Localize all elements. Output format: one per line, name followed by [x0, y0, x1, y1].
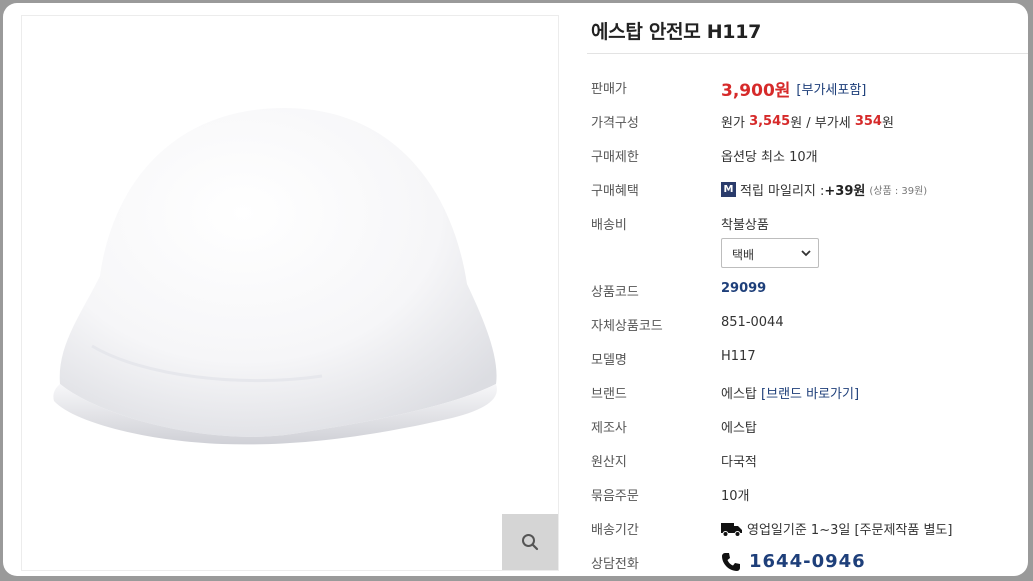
row-maker: 제조사 에스탑	[587, 414, 1028, 440]
product-image	[53, 108, 497, 445]
benefit-value: M 적립 마일리지 : +39원 (상품 : 39원)	[721, 180, 927, 199]
brand-label: 브랜드	[591, 387, 627, 402]
cost-amount: 3,545	[749, 114, 791, 129]
shipping-method-selected: 택배	[732, 248, 755, 262]
brand-link[interactable]: [브랜드 바로가기]	[761, 383, 859, 402]
own-code-value: 851-0044	[721, 315, 784, 330]
zoom-button[interactable]	[502, 514, 558, 570]
product-code-label: 상품코드	[591, 285, 639, 300]
shipping-fee-label: 배송비	[591, 218, 627, 233]
row-delivery: 배송기간 영업일기준 1~3일 [주문제작품 별도]	[587, 516, 1028, 542]
truck-icon	[721, 522, 742, 537]
row-own-code: 자체상품코드 851-0044	[587, 312, 1028, 338]
brand-value-group: 에스탑 [브랜드 바로가기]	[721, 383, 859, 402]
row-product-code: 상품코드 29099	[587, 278, 1028, 304]
benefit-label: 구매혜택	[591, 184, 639, 199]
contact-value-group: 1644-0946	[721, 551, 866, 572]
model-value: H117	[721, 349, 756, 364]
search-icon	[522, 534, 539, 551]
vat-mid: 원 / 부가세	[790, 116, 851, 131]
vat-amount: 354	[854, 114, 882, 129]
mileage-note: (상품 : 39원)	[869, 186, 928, 197]
row-purchase-limit: 구매제한 옵션당 최소 10개	[587, 143, 1028, 169]
mileage-icon: M	[721, 182, 736, 197]
row-model: 모델명 H117	[587, 346, 1028, 372]
delivery-value-group: 영업일기준 1~3일 [주문제작품 별도]	[721, 519, 952, 538]
price-breakdown-value: 원가 3,545 원 / 부가세 354 원	[721, 112, 894, 131]
price-label: 판매가	[591, 82, 627, 97]
maker-value: 에스탑	[721, 421, 757, 436]
purchase-limit-label: 구매제한	[591, 150, 639, 165]
phone-icon	[722, 552, 740, 571]
product-info-panel: 에스탑 안전모 H117 판매가 3,900원 [부가세포함] 가격구성 원가 …	[587, 3, 1028, 576]
maker-label: 제조사	[591, 421, 627, 436]
chevron-down-icon	[801, 250, 811, 257]
mileage-text: 적립 마일리지 :	[740, 184, 825, 199]
row-bundle: 묶음주문 10개	[587, 482, 1028, 508]
brand-value: 에스탑	[721, 387, 757, 402]
mileage-amount: +39원	[824, 184, 866, 199]
vat-suffix: 원	[881, 116, 894, 131]
row-price-breakdown: 가격구성 원가 3,545 원 / 부가세 354 원	[587, 109, 1028, 135]
row-benefit: 구매혜택 M 적립 마일리지 : +39원 (상품 : 39원)	[587, 177, 1028, 203]
purchase-limit-value: 옵션당 최소 10개	[721, 150, 818, 165]
price-value-group: 3,900원 [부가세포함]	[721, 76, 866, 101]
origin-label: 원산지	[591, 455, 627, 470]
delivery-value: 영업일기준 1~3일	[747, 523, 851, 538]
vat-included-tag: [부가세포함]	[796, 83, 867, 98]
row-contact: 상담전화 1644-0946	[587, 550, 1028, 576]
cost-prefix: 원가	[721, 116, 745, 131]
row-origin: 원산지 다국적	[587, 448, 1028, 474]
row-brand: 브랜드 에스탑 [브랜드 바로가기]	[587, 380, 1028, 406]
product-title: 에스탑 안전모 H117	[591, 21, 762, 43]
row-shipping-fee: 배송비 착불상품	[587, 211, 1028, 237]
model-label: 모델명	[591, 353, 627, 368]
bundle-value: 10개	[721, 489, 750, 504]
contact-label: 상담전화	[591, 557, 639, 572]
row-price: 판매가 3,900원 [부가세포함]	[587, 75, 1028, 101]
bundle-label: 묶음주문	[591, 489, 639, 504]
product-detail-frame: 에스탑 안전모 H117 판매가 3,900원 [부가세포함] 가격구성 원가 …	[3, 3, 1028, 576]
shipping-fee-value: 착불상품	[721, 218, 769, 233]
price-value: 3,900원	[721, 81, 791, 101]
shipping-method-select[interactable]: 택배	[721, 238, 819, 268]
product-code-value: 29099	[721, 281, 767, 296]
delivery-label: 배송기간	[591, 523, 639, 538]
own-code-label: 자체상품코드	[591, 319, 663, 334]
price-breakdown-label: 가격구성	[591, 116, 639, 131]
phone-number[interactable]: 1644-0946	[749, 551, 866, 572]
origin-value: 다국적	[721, 455, 757, 470]
product-image-panel	[21, 15, 559, 571]
title-divider	[587, 53, 1028, 54]
delivery-note: [주문제작품 별도]	[854, 523, 953, 538]
